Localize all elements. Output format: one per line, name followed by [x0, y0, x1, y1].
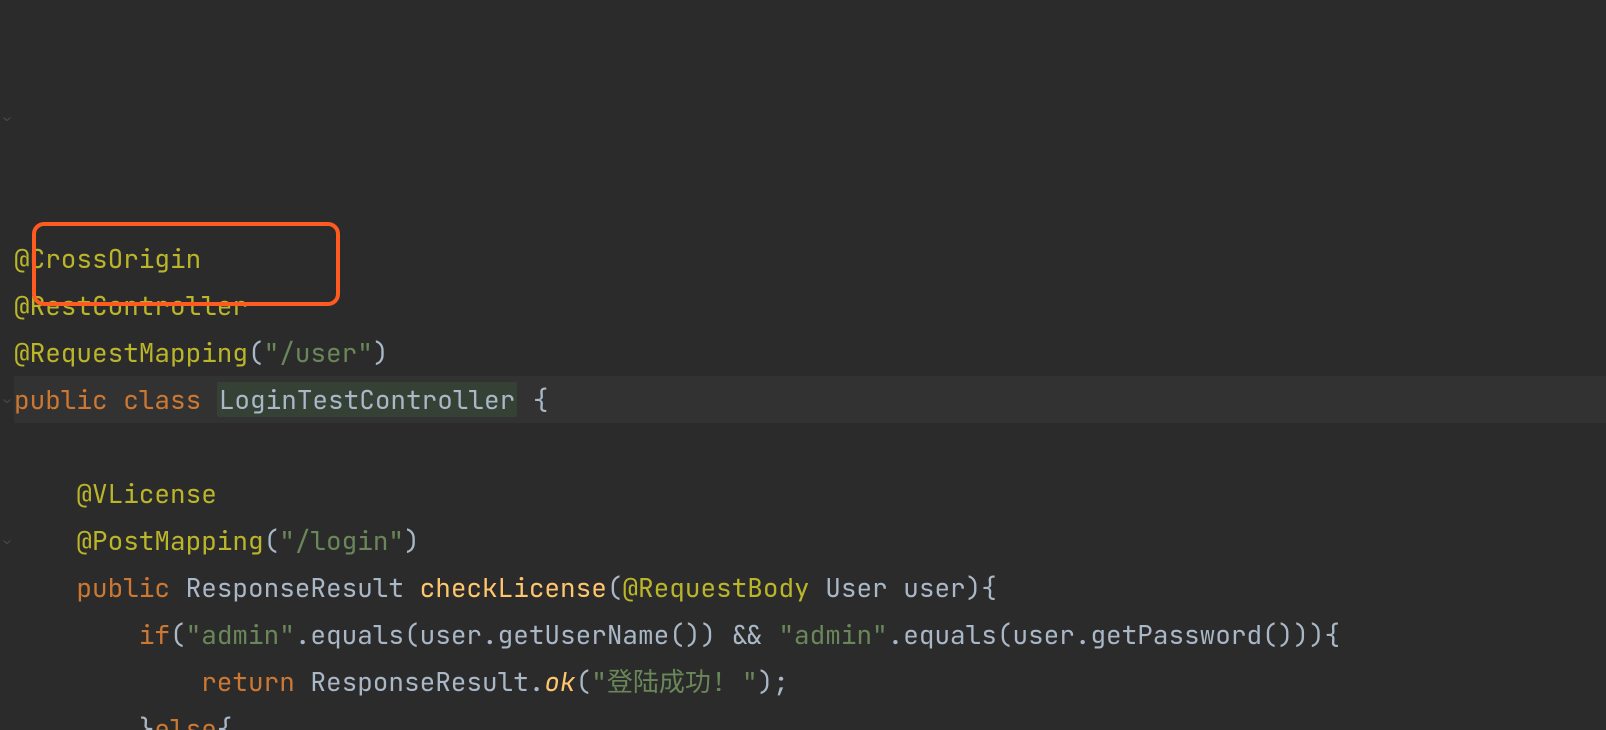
code-token: { — [217, 711, 233, 730]
gutter: ⌄ ⌄ ⌄ ⌄ ⌄ ⌄ ⌄ ⌃ ⌃ ⌃ — [0, 0, 14, 730]
code-token: { — [517, 382, 548, 417]
code-line[interactable]: @PostMapping("/login") — [14, 517, 1606, 564]
code-token: ResponseResult. — [310, 664, 544, 699]
code-token: @VLicense — [76, 476, 216, 511]
indent-guide — [14, 523, 76, 558]
code-token: "登陆成功! " — [591, 664, 757, 699]
gutter-icon: ⌄ — [0, 94, 14, 141]
code-token: public class — [14, 382, 217, 417]
code-line[interactable]: }else{ — [14, 705, 1606, 730]
code-editor[interactable]: ⌄ ⌄ ⌄ ⌄ ⌄ ⌄ ⌄ ⌃ ⌃ ⌃ @CrossOrigin @RestCon… — [0, 0, 1606, 730]
code-line[interactable]: public class LoginTestController { — [14, 376, 1606, 423]
gutter-icon: ⌄ — [0, 376, 14, 423]
code-token: @PostMapping — [76, 523, 263, 558]
code-token: "/user" — [264, 335, 373, 370]
code-line[interactable]: public ResponseResult checkLicense(@Requ… — [14, 564, 1606, 611]
code-line[interactable]: @RequestMapping("/user") — [14, 329, 1606, 376]
code-token: User user){ — [810, 570, 997, 605]
code-token: ) — [373, 335, 389, 370]
code-token: @RequestBody — [622, 570, 809, 605]
code-line[interactable]: @VLicense — [14, 470, 1606, 517]
code-line[interactable]: return ResponseResult.ok("登陆成功! "); — [14, 658, 1606, 705]
code-token: } — [139, 711, 155, 730]
code-line[interactable]: @RestController — [14, 282, 1606, 329]
gutter-icon — [0, 235, 14, 282]
code-token: @RestController — [14, 288, 248, 323]
indent-guide — [14, 570, 76, 605]
code-token: ( — [248, 335, 264, 370]
code-token: .equals(user.getUserName()) && — [295, 617, 779, 652]
code-token: checkLicense — [420, 570, 607, 605]
code-token: ResponseResult — [186, 570, 420, 605]
code-token: public — [76, 570, 185, 605]
code-token: ) — [404, 523, 420, 558]
code-area[interactable]: @CrossOrigin @RestController @RequestMappi… — [0, 235, 1606, 730]
code-token: LoginTestController — [217, 382, 517, 417]
code-token: .equals(user.getPassword())){ — [888, 617, 1340, 652]
code-token: ( — [170, 617, 186, 652]
code-line[interactable]: @CrossOrigin — [14, 235, 1606, 282]
code-token: "/login" — [279, 523, 404, 558]
code-line[interactable] — [14, 423, 1606, 470]
indent-guide — [14, 617, 139, 652]
code-token: ok — [544, 664, 575, 699]
code-token: "admin" — [186, 617, 295, 652]
code-token: else — [154, 711, 216, 730]
code-token: ( — [607, 570, 623, 605]
code-token: @RequestMapping — [14, 335, 248, 370]
code-token: ( — [576, 664, 592, 699]
indent-guide — [14, 711, 139, 730]
gutter-icon — [0, 658, 14, 705]
code-token: @CrossOrigin — [14, 241, 201, 276]
code-token: ); — [758, 664, 789, 699]
gutter-icon: ⌄ — [0, 517, 14, 564]
code-line[interactable]: if("admin".equals(user.getUserName()) &&… — [14, 611, 1606, 658]
indent-guide — [14, 664, 201, 699]
code-token: if — [139, 617, 170, 652]
code-token: return — [201, 664, 310, 699]
code-token: ( — [264, 523, 280, 558]
code-token: "admin" — [778, 617, 887, 652]
